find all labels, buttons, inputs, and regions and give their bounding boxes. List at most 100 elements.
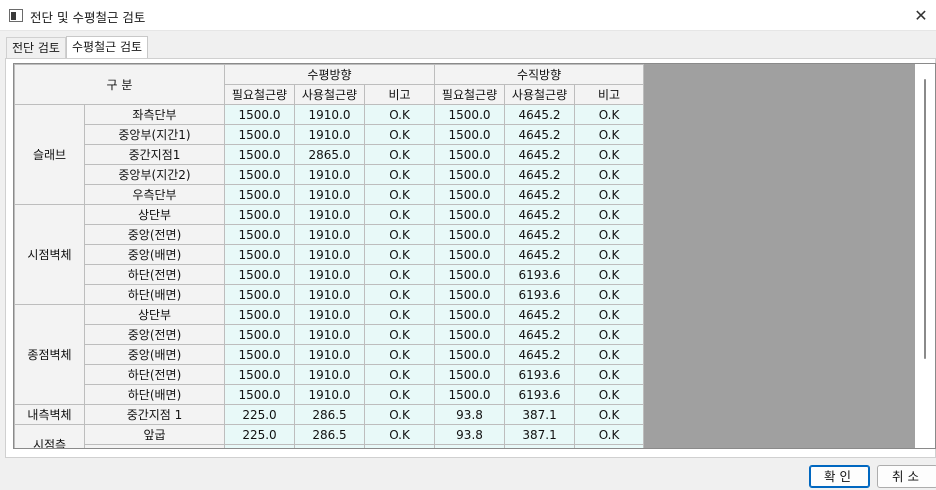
table-row[interactable]: 하단(배면) 1500.0 1910.0 O.K 1500.0 6193.6 O.K bbox=[15, 384, 645, 405]
v-used-cell[interactable]: 4645.2 bbox=[504, 104, 576, 125]
v-used-cell[interactable]: 4645.2 bbox=[504, 244, 576, 265]
h-note-cell[interactable]: O.K bbox=[363, 324, 436, 345]
h-required-cell[interactable]: 1500.0 bbox=[224, 364, 295, 385]
table-row[interactable]: 하단(전면) 1500.0 1910.0 O.K 1500.0 6193.6 O.K bbox=[15, 364, 645, 385]
h-required-cell[interactable]: 1500.0 bbox=[224, 224, 295, 245]
h-required-cell[interactable]: 1500.0 bbox=[224, 384, 295, 405]
h-used-cell[interactable]: 1910.0 bbox=[294, 324, 365, 345]
h-used-cell[interactable]: 286.5 bbox=[294, 424, 365, 445]
v-note-cell[interactable]: O.K bbox=[574, 444, 645, 448]
h-note-cell[interactable]: O.K bbox=[363, 444, 436, 448]
v-note-cell[interactable]: O.K bbox=[574, 264, 645, 285]
v-required-cell[interactable]: 1500.0 bbox=[434, 164, 506, 185]
h-note-cell[interactable]: O.K bbox=[363, 404, 436, 425]
v-note-cell[interactable]: O.K bbox=[574, 204, 645, 225]
v-used-cell[interactable]: 4645.2 bbox=[504, 144, 576, 165]
v-used-cell[interactable]: 6193.6 bbox=[504, 264, 576, 285]
v-required-cell[interactable]: 1500.0 bbox=[434, 364, 506, 385]
h-required-cell[interactable]: 225.0 bbox=[224, 444, 295, 448]
v-used-cell[interactable]: 387.1 bbox=[504, 404, 576, 425]
ok-button[interactable]: 확인 bbox=[809, 465, 870, 488]
v-required-cell[interactable]: 1500.0 bbox=[434, 204, 506, 225]
v-used-cell[interactable]: 6193.6 bbox=[504, 284, 576, 305]
v-used-cell[interactable]: 6193.6 bbox=[504, 364, 576, 385]
v-note-cell[interactable]: O.K bbox=[574, 184, 645, 205]
v-used-cell[interactable]: 6193.6 bbox=[504, 384, 576, 405]
table-row[interactable]: 내측벽체 중간지점 1 225.0 286.5 O.K 93.8 387.1 O.K bbox=[14, 404, 645, 425]
h-used-cell[interactable]: 286.5 bbox=[294, 404, 365, 425]
tab-horizontal-rebar-review[interactable]: 수평철근 검토 bbox=[65, 36, 149, 59]
v-note-cell[interactable]: O.K bbox=[574, 364, 645, 385]
v-used-cell[interactable]: 4645.2 bbox=[504, 164, 576, 185]
v-required-cell[interactable]: 1500.0 bbox=[434, 244, 506, 265]
h-note-cell[interactable]: O.K bbox=[363, 344, 436, 365]
h-note-cell[interactable]: O.K bbox=[363, 384, 436, 405]
tab-shear-review[interactable]: 전단 검토 bbox=[6, 37, 66, 59]
h-used-cell[interactable]: 1910.0 bbox=[294, 124, 365, 145]
scrollbar-thumb[interactable] bbox=[924, 79, 926, 359]
h-used-cell[interactable]: 1910.0 bbox=[294, 284, 365, 305]
h-note-cell[interactable]: O.K bbox=[363, 364, 436, 385]
v-note-cell[interactable]: O.K bbox=[574, 244, 645, 265]
table-row[interactable]: 우측단부 1500.0 1910.0 O.K 1500.0 4645.2 O.K bbox=[15, 184, 645, 205]
h-used-cell[interactable]: 1910.0 bbox=[294, 304, 365, 325]
table-row[interactable]: 시점벽체 상단부 1500.0 1910.0 O.K 1500.0 4645.2 O.K bbox=[14, 204, 645, 305]
v-required-cell[interactable]: 1500.0 bbox=[434, 304, 506, 325]
h-note-cell[interactable]: O.K bbox=[363, 164, 436, 185]
h-note-cell[interactable]: O.K bbox=[363, 204, 436, 225]
h-required-cell[interactable]: 1500.0 bbox=[224, 124, 295, 145]
h-required-cell[interactable]: 225.0 bbox=[224, 424, 295, 445]
v-note-cell[interactable]: O.K bbox=[574, 224, 645, 245]
v-note-cell[interactable]: O.K bbox=[574, 104, 645, 125]
h-note-cell[interactable]: O.K bbox=[363, 144, 436, 165]
v-used-cell[interactable]: 4645.2 bbox=[504, 304, 576, 325]
v-note-cell[interactable]: O.K bbox=[574, 384, 645, 405]
h-note-cell[interactable]: O.K bbox=[363, 184, 436, 205]
h-required-cell[interactable]: 1500.0 bbox=[224, 244, 295, 265]
h-required-cell[interactable]: 225.0 bbox=[224, 404, 295, 425]
h-note-cell[interactable]: O.K bbox=[363, 284, 436, 305]
v-note-cell[interactable]: O.K bbox=[574, 324, 645, 345]
h-note-cell[interactable]: O.K bbox=[363, 264, 436, 285]
table-row[interactable]: 중간지점1 1500.0 2865.0 O.K 1500.0 4645.2 O.K bbox=[15, 144, 645, 165]
v-note-cell[interactable]: O.K bbox=[574, 304, 645, 325]
h-required-cell[interactable]: 1500.0 bbox=[224, 304, 295, 325]
table-row[interactable]: 하단(배면) 1500.0 1910.0 O.K 1500.0 6193.6 O.K bbox=[15, 284, 645, 305]
h-used-cell[interactable]: 1910.0 bbox=[294, 244, 365, 265]
table-row[interactable]: 중앙(전면) 1500.0 1910.0 O.K 1500.0 4645.2 O.K bbox=[15, 324, 645, 345]
v-used-cell[interactable]: 4645.2 bbox=[504, 184, 576, 205]
h-note-cell[interactable]: O.K bbox=[363, 424, 436, 445]
v-required-cell[interactable]: 1500.0 bbox=[434, 104, 506, 125]
v-required-cell[interactable]: 125.0 bbox=[434, 444, 506, 448]
v-used-cell[interactable]: 387.1 bbox=[504, 424, 576, 445]
h-used-cell[interactable]: 1910.0 bbox=[294, 344, 365, 365]
h-used-cell[interactable]: 1910.0 bbox=[294, 104, 365, 125]
table-row[interactable]: 하단(전면) 1500.0 1910.0 O.K 1500.0 6193.6 O.K bbox=[15, 264, 645, 285]
h-used-cell[interactable]: 2865.0 bbox=[294, 144, 365, 165]
h-used-cell[interactable]: 1910.0 bbox=[294, 204, 365, 225]
v-required-cell[interactable]: 1500.0 bbox=[434, 384, 506, 405]
table-row[interactable]: 종점벽체 상단부 1500.0 1910.0 O.K 1500.0 4645.2 O.K bbox=[14, 304, 645, 405]
h-required-cell[interactable]: 1500.0 bbox=[224, 184, 295, 205]
v-note-cell[interactable]: O.K bbox=[574, 124, 645, 145]
h-used-cell[interactable]: 1910.0 bbox=[294, 224, 365, 245]
h-note-cell[interactable]: O.K bbox=[363, 224, 436, 245]
h-note-cell[interactable]: O.K bbox=[363, 304, 436, 325]
h-required-cell[interactable]: 1500.0 bbox=[224, 104, 295, 125]
v-required-cell[interactable]: 93.8 bbox=[434, 424, 506, 445]
table-row[interactable]: 중앙(배면) 1500.0 1910.0 O.K 1500.0 4645.2 O.K bbox=[15, 344, 645, 365]
v-used-cell[interactable]: 4645.2 bbox=[504, 124, 576, 145]
v-required-cell[interactable]: 1500.0 bbox=[434, 324, 506, 345]
v-used-cell[interactable]: 4645.2 bbox=[504, 344, 576, 365]
h-used-cell[interactable]: 1910.0 bbox=[294, 384, 365, 405]
h-required-cell[interactable]: 1500.0 bbox=[224, 144, 295, 165]
v-note-cell[interactable]: O.K bbox=[574, 404, 645, 425]
table-row[interactable]: 중앙부(지간1) 1500.0 1910.0 O.K 1500.0 4645.2 O.K bbox=[15, 124, 645, 145]
v-used-cell[interactable]: 4645.2 bbox=[504, 324, 576, 345]
v-used-cell[interactable]: 4645.2 bbox=[504, 224, 576, 245]
h-required-cell[interactable]: 1500.0 bbox=[224, 264, 295, 285]
table-row[interactable]: 중앙부(지간2) 1500.0 1910.0 O.K 1500.0 4645.2 O.K bbox=[15, 164, 645, 185]
h-used-cell[interactable]: 286.5 bbox=[294, 444, 365, 448]
v-note-cell[interactable]: O.K bbox=[574, 164, 645, 185]
table-row[interactable]: 중앙(배면) 1500.0 1910.0 O.K 1500.0 4645.2 O.K bbox=[15, 244, 645, 265]
